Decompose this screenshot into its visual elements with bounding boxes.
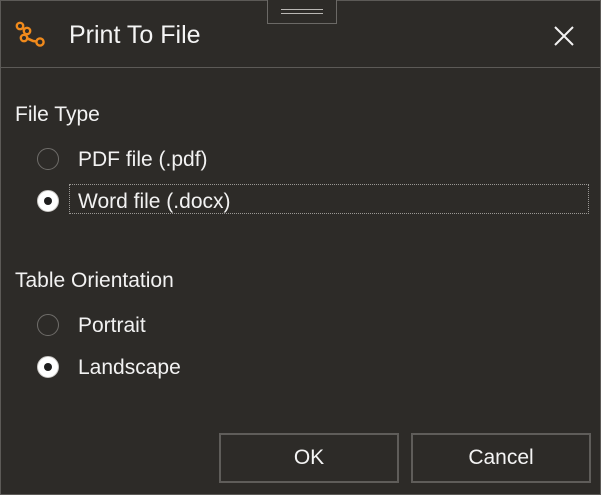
radio-landscape[interactable]: Landscape xyxy=(37,355,237,383)
radio-button-checked[interactable] xyxy=(37,356,59,378)
table-orientation-label: Table Orientation xyxy=(15,269,174,292)
cancel-button[interactable]: Cancel xyxy=(411,433,591,483)
close-button[interactable] xyxy=(545,17,583,55)
radio-pdf-file[interactable]: PDF file (.pdf) xyxy=(37,147,257,175)
drag-handle[interactable] xyxy=(267,0,337,24)
radio-button-unchecked[interactable] xyxy=(37,148,59,170)
radio-button-checked[interactable] xyxy=(37,190,59,212)
dialog-title: Print To File xyxy=(69,21,201,49)
app-logo-icon xyxy=(15,21,47,51)
ok-button[interactable]: OK xyxy=(219,433,399,483)
print-to-file-dialog: Print To File File Type PDF file (.pdf) … xyxy=(0,0,601,495)
radio-label-pdf: PDF file (.pdf) xyxy=(78,148,208,171)
focus-indicator xyxy=(69,184,589,214)
radio-label-landscape: Landscape xyxy=(78,356,181,379)
radio-label-portrait: Portrait xyxy=(78,314,146,337)
radio-button-unchecked[interactable] xyxy=(37,314,59,336)
radio-portrait[interactable]: Portrait xyxy=(37,313,207,341)
close-icon xyxy=(554,26,574,46)
file-type-label: File Type xyxy=(15,103,100,126)
